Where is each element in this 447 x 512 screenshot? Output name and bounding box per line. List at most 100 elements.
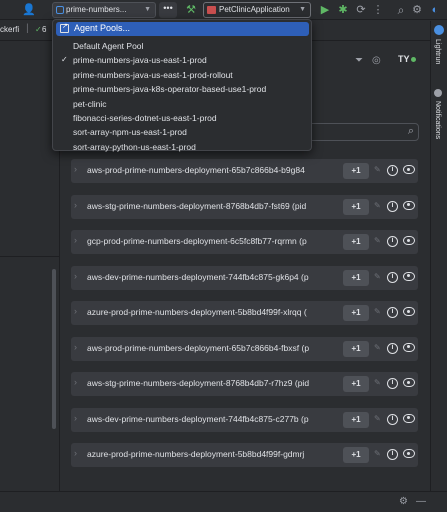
eye-icon[interactable] [403,449,415,458]
deployment-row[interactable]: › azure-prod-prime-numbers-deployment-5b8… [71,301,418,325]
right-tool-strip: Lightrun Notifications [430,21,447,491]
eye-icon[interactable] [403,200,415,210]
checkmark-icon: ✓ [61,55,68,65]
deployment-row[interactable]: › aws-dev-prime-numbers-deployment-744fb4… [71,265,418,290]
editor-tab[interactable]: ckerfi [0,25,19,34]
problems-count: 6 [42,25,47,34]
count-badge[interactable]: +1 [343,198,369,215]
deployment-row[interactable]: › gcp-prod-prime-numbers-deployment-6c5fc… [71,230,418,254]
filter-icon[interactable]: ⏷ [355,55,363,66]
profile-icon[interactable]: ⟳ [354,3,368,17]
eye-icon[interactable] [403,236,415,245]
count-badge[interactable]: +1 [343,269,369,286]
chevron-right-icon[interactable]: › [74,235,77,245]
eye-icon[interactable] [403,307,415,316]
deployment-name: gcp-prod-prime-numbers-deployment-6c5fc8… [87,236,307,246]
deployment-row[interactable]: › aws-prod-prime-numbers-deployment-65b7c… [71,159,418,183]
lightrun-logo-icon[interactable]: ◐ [428,3,442,17]
info-icon[interactable]: i [387,271,398,283]
more-actions-icon[interactable]: ⋮ [371,3,385,17]
chevron-right-icon[interactable]: › [74,377,77,387]
user-avatar[interactable]: TY [398,54,410,64]
pin-icon[interactable]: ✎ [374,378,381,387]
agent-pool-item[interactable]: sort-array-python-us-east-1-prod [73,142,196,152]
search-icon[interactable]: ⌕ [394,3,408,17]
count-badge[interactable]: +1 [343,234,369,250]
agent-pool-item[interactable]: prime-numbers-java-k8s-operator-based-us… [73,84,266,94]
agent-pools-label: Agent Pools... [74,23,131,33]
count-badge[interactable]: +1 [343,411,369,428]
eye-icon[interactable] [403,342,415,352]
count-badge[interactable]: +1 [343,163,369,179]
pin-icon[interactable]: ✎ [374,307,381,316]
more-button[interactable]: ••• [159,2,177,18]
info-icon[interactable]: i [387,378,398,389]
info-icon[interactable]: i [387,307,398,318]
chevron-right-icon[interactable]: › [74,306,77,316]
agent-pool-item[interactable]: Default Agent Pool [73,41,143,51]
agent-pool-item[interactable]: pet-clinic [73,99,107,109]
chevron-right-icon[interactable]: › [74,342,77,352]
run-icon[interactable]: ▶ [318,3,332,17]
info-icon[interactable]: i [387,449,398,460]
info-icon[interactable]: i [387,342,398,354]
deployment-name: aws-prod-prime-numbers-deployment-65b7c8… [87,342,310,353]
lightrun-icon[interactable] [434,25,444,35]
agent-pool-item[interactable]: fibonacci-series-dotnet-us-east-1-prod [73,113,217,123]
count-badge[interactable]: +1 [343,305,369,321]
tab-close-icon[interactable]: ▏ [27,24,33,33]
agent-pool-item[interactable]: sort-array-npm-us-east-1-prod [73,127,187,137]
info-icon[interactable]: i [387,165,398,176]
pin-icon[interactable]: ✎ [374,272,381,281]
count-badge[interactable]: +1 [343,340,369,357]
eye-icon[interactable] [403,413,415,423]
debug-icon[interactable]: ✱ [336,3,350,17]
pin-icon[interactable]: ✎ [374,236,381,245]
deployment-row[interactable]: › aws-stg-prime-numbers-deployment-8768b4… [71,194,418,219]
deployment-row[interactable]: › azure-prod-prime-numbers-deployment-5b8… [71,443,418,467]
tab-lightrun[interactable]: Lightrun [434,39,441,64]
tab-notifications[interactable]: Notifications [434,101,441,139]
agent-pool-item[interactable]: prime-numbers-java-us-east-1-prod-rollou… [73,70,233,80]
agent-pools-menu-item[interactable]: Agent Pools... [56,22,309,36]
external-link-icon [60,22,69,33]
pin-icon[interactable]: ✎ [374,414,381,423]
count-badge[interactable]: +1 [343,447,369,463]
eye-icon[interactable]: ◎ [372,55,381,66]
run-configuration-label: PetClinicApplication [219,5,290,14]
settings-gear-icon[interactable]: ⚙ [399,496,408,507]
agent-pool-item[interactable]: prime-numbers-java-us-east-1-prod [73,55,207,65]
eye-icon[interactable] [403,378,415,387]
build-hammer-icon[interactable]: ⚒ [184,3,198,17]
application-icon [207,6,216,14]
deployment-row[interactable]: › aws-stg-prime-numbers-deployment-8768b4… [71,372,418,396]
chevron-down-icon: ▼ [299,6,306,13]
agent-pool-selector[interactable]: prime-numbers... ▼ [52,2,156,18]
deployment-row[interactable]: › aws-dev-prime-numbers-deployment-744fb4… [71,407,418,432]
pin-icon[interactable]: ✎ [374,165,381,174]
info-icon[interactable]: i [387,236,398,247]
deployment-row[interactable]: › aws-prod-prime-numbers-deployment-65b7c… [71,336,418,361]
pin-icon[interactable]: ✎ [374,449,381,458]
chevron-right-icon[interactable]: › [74,413,77,423]
deployment-name: aws-stg-prime-numbers-deployment-8768b4d… [87,200,307,211]
info-icon[interactable]: i [387,413,398,425]
minimize-icon[interactable]: — [416,496,426,507]
eye-icon[interactable] [403,271,415,281]
user-icon[interactable]: 👤 [22,3,36,17]
chevron-right-icon[interactable]: › [74,164,77,174]
eye-icon[interactable] [403,165,415,174]
run-configuration-selector[interactable]: PetClinicApplication ▼ [203,2,311,18]
scrollbar[interactable] [52,269,56,429]
count-badge[interactable]: +1 [343,376,369,392]
chevron-right-icon[interactable]: › [74,448,77,458]
deployment-name: aws-dev-prime-numbers-deployment-744fb4c… [87,413,309,424]
chevron-right-icon[interactable]: › [74,200,77,210]
settings-gear-icon[interactable]: ⚙ [410,3,424,17]
info-icon[interactable]: i [387,200,398,212]
pin-icon[interactable]: ✎ [374,343,381,352]
pin-icon[interactable]: ✎ [374,201,381,210]
chevron-right-icon[interactable]: › [74,271,77,281]
main-toolbar: 👤 prime-numbers... ▼ ••• ⚒ PetClinicAppl… [0,0,447,20]
bell-icon[interactable] [434,89,442,97]
